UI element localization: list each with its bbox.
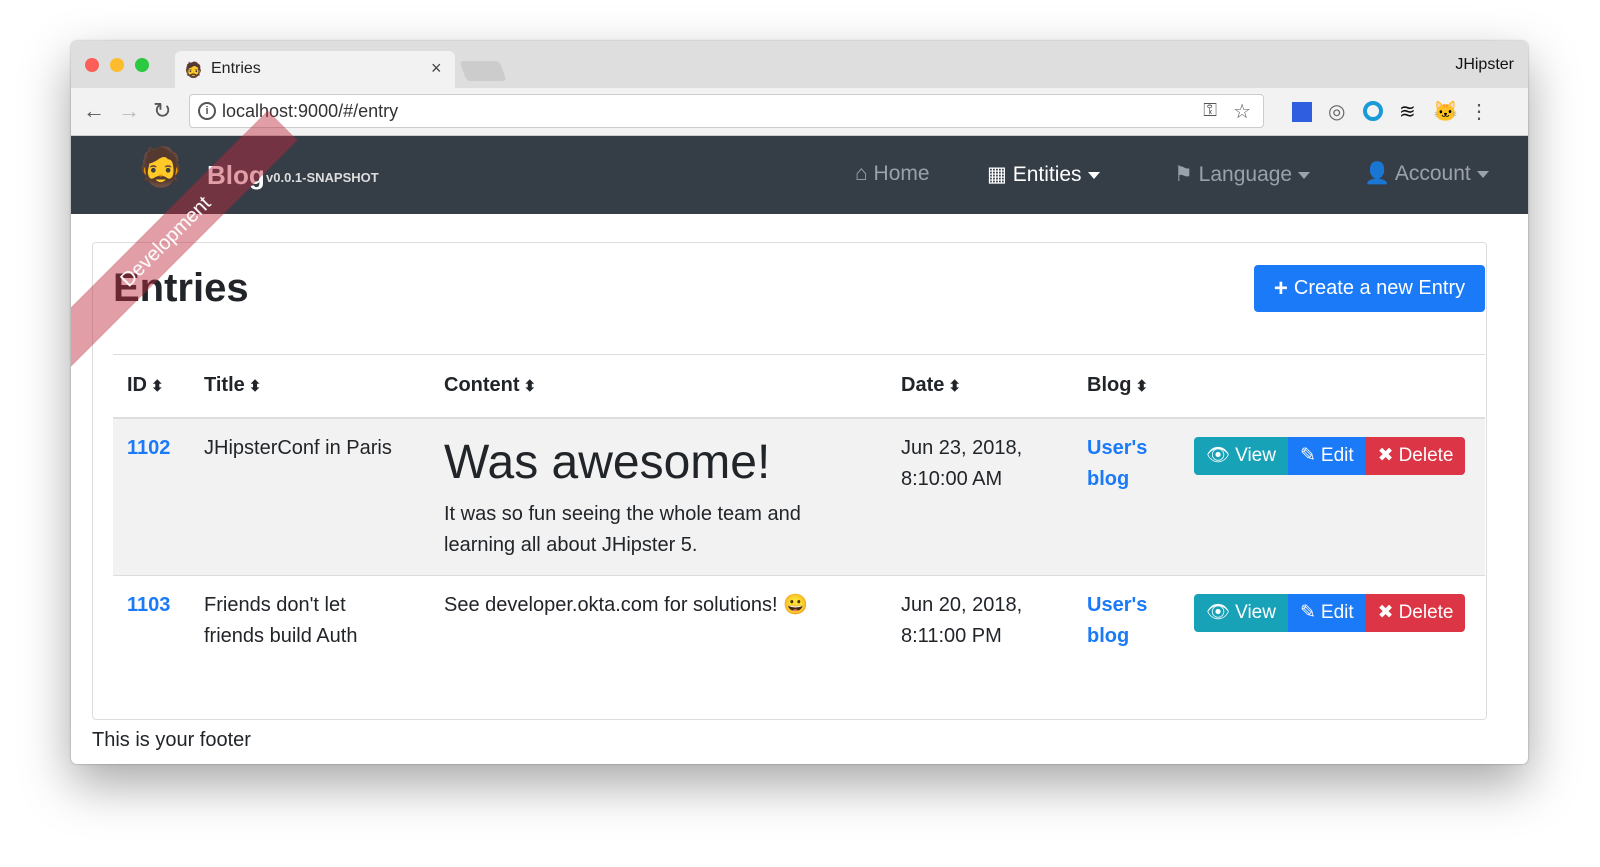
reload-icon[interactable]: ↻ (153, 98, 171, 124)
sort-icon: ⬍ (248, 378, 262, 396)
caret-down-icon (1476, 170, 1489, 178)
header-actions (1180, 354, 1485, 419)
entry-date: Jun 23, 2018, 8:10:00 AM (887, 417, 1073, 575)
profile-name[interactable]: JHipster (1455, 56, 1514, 74)
pencil-icon: ✎ (1299, 445, 1316, 466)
home-icon: ⌂ (855, 162, 868, 185)
entry-title: Friends don't let friends build Auth (190, 574, 430, 666)
jhipster-logo-icon[interactable]: 🧔 (137, 146, 184, 196)
entry-title: JHipsterConf in Paris (190, 417, 430, 575)
caret-down-icon (1298, 171, 1311, 179)
x-icon: ✖ (1377, 445, 1394, 466)
pencil-icon: ✎ (1299, 602, 1316, 623)
nav-home-label: Home (873, 162, 930, 185)
view-button[interactable]: 👁 View (1194, 436, 1288, 475)
browser-window: 🧔 Entries × JHipster ← → ↻ i localhost:9… (71, 41, 1528, 764)
url-text[interactable]: localhost:9000/#/entry (222, 101, 398, 122)
header-date[interactable]: Date ⬍ (887, 354, 1073, 419)
star-icon[interactable]: ☆ (1233, 99, 1251, 124)
content-heading: Was awesome! (444, 435, 771, 489)
table-row: 1102 JHipsterConf in Paris Was awesome! I… (113, 417, 1485, 575)
forward-icon[interactable]: → (118, 98, 140, 124)
entry-date: Jun 20, 2018, 8:11:00 PM (887, 574, 1073, 666)
key-icon[interactable]: ⚿ (1203, 100, 1217, 121)
plus-icon: + (1273, 274, 1288, 302)
address-toolbar: ← → ↻ i localhost:9000/#/entry ⚿ ☆ ◎ ≋ 🐱… (71, 88, 1528, 136)
entry-content: It was so fun seeing the whole team and … (444, 502, 801, 556)
caret-down-icon (1087, 171, 1100, 179)
create-entry-label: Create a new Entry (1293, 277, 1466, 299)
nav-account-label: Account (1394, 162, 1471, 185)
user-icon: 👤 (1364, 162, 1391, 185)
header-content[interactable]: Content ⬍ (430, 354, 887, 419)
eye-icon: 👁 (1206, 602, 1231, 623)
header-title[interactable]: Title ⬍ (190, 354, 430, 419)
maximize-window-button[interactable] (135, 58, 149, 72)
eye-icon: 👁 (1206, 445, 1231, 466)
close-tab-icon[interactable]: × (431, 58, 442, 79)
menu-icon[interactable]: ⋮ (1469, 99, 1489, 124)
sort-icon: ⬍ (523, 378, 537, 396)
info-icon[interactable]: i (198, 102, 216, 120)
tab-title: Entries (211, 60, 261, 77)
version-label: v0.0.1-SNAPSHOT (266, 170, 379, 185)
octocat-extension-icon[interactable]: 🐱 (1433, 99, 1458, 124)
nav-language-label: Language (1198, 163, 1293, 186)
address-bar[interactable]: i localhost:9000/#/entry ⚿ ☆ (189, 94, 1264, 128)
buffer-extension-icon[interactable]: ≋ (1399, 99, 1416, 124)
edit-button[interactable]: ✎ Edit (1287, 593, 1366, 632)
header-blog[interactable]: Blog ⬍ (1073, 354, 1180, 419)
table-row: 1103 Friends don't let friends build Aut… (113, 574, 1485, 666)
sort-icon: ⬍ (948, 378, 961, 396)
delete-button[interactable]: ✖ Delete (1365, 593, 1466, 632)
create-entry-button[interactable]: + Create a new Entry (1254, 265, 1485, 312)
view-button[interactable]: 👁 View (1194, 593, 1288, 632)
x-icon: ✖ (1377, 602, 1394, 623)
nav-entities[interactable]: ▦ Entities (987, 162, 1100, 187)
delete-button[interactable]: ✖ Delete (1365, 436, 1466, 475)
new-tab-button[interactable] (459, 61, 507, 81)
flag-icon: ⚑ (1174, 163, 1193, 186)
back-icon[interactable]: ← (83, 98, 105, 124)
nav-account[interactable]: 👤 Account (1364, 162, 1489, 186)
favicon-icon: 🧔 (184, 62, 203, 79)
lighthouse-extension-icon[interactable] (1292, 102, 1312, 122)
blog-link[interactable]: User's blog (1087, 437, 1147, 490)
close-window-button[interactable] (85, 58, 99, 72)
minimize-window-button[interactable] (110, 58, 124, 72)
footer-text: This is your footer (92, 729, 251, 751)
entries-table: ID ⬍ Title ⬍ Content ⬍ Date ⬍ Blog ⬍ 1102 JHi… (113, 354, 1485, 666)
nav-home[interactable]: ⌂ Home (855, 162, 930, 186)
entry-content: See developer.okta.com for solutions! 😀 (430, 574, 887, 666)
circle-extension-icon[interactable] (1363, 101, 1383, 121)
tab-bar: 🧔 Entries × JHipster (71, 41, 1528, 88)
entry-id-link[interactable]: 1102 (127, 437, 170, 459)
entry-id-link[interactable]: 1103 (127, 594, 170, 616)
nav-entities-label: Entities (1012, 163, 1082, 186)
nav-language[interactable]: ⚑ Language (1174, 162, 1311, 187)
blog-link[interactable]: User's blog (1087, 594, 1147, 647)
edit-button[interactable]: ✎ Edit (1287, 436, 1366, 475)
password-extension-icon[interactable]: ◎ (1328, 99, 1345, 124)
table-icon: ▦ (987, 163, 1007, 186)
header-id[interactable]: ID ⬍ (113, 354, 190, 419)
sort-icon: ⬍ (1135, 378, 1149, 396)
sort-icon: ⬍ (151, 378, 164, 396)
